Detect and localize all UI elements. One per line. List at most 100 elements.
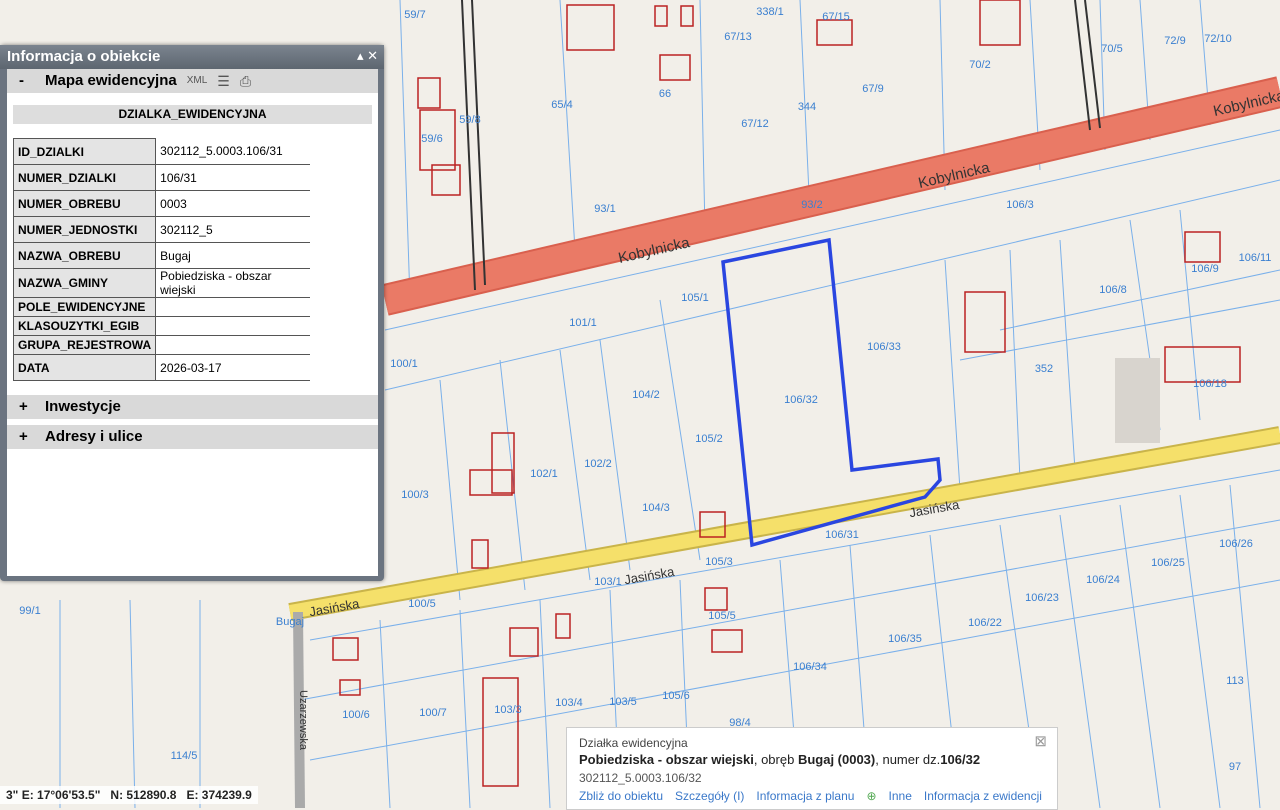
parcel-label: 59/8	[459, 114, 480, 126]
parcel-label: 106/18	[1193, 378, 1227, 390]
collapse-icon[interactable]: ▴	[357, 48, 364, 63]
parcel-label: 100/3	[401, 489, 429, 501]
attribute-value: Pobiedziska - obszar wiejski	[155, 268, 311, 298]
parcel-label: 106/11	[1239, 252, 1272, 264]
xml-icon[interactable]: XML	[187, 69, 208, 93]
collapse-toggle[interactable]: -	[19, 69, 39, 93]
parcel-label: 59/6	[421, 133, 442, 145]
parcel-label: 93/1	[594, 203, 615, 215]
attribute-value: 302112_5	[155, 216, 311, 243]
attribute-key: NUMER_JEDNOSTKI	[12, 216, 157, 243]
attribute-key: NUMER_DZIALKI	[12, 164, 157, 191]
section-label: Mapa ewidencyjna	[45, 72, 177, 89]
parcel-label: 106/8	[1099, 284, 1127, 296]
attribute-row: NUMER_JEDNOSTKI 302112_5	[12, 216, 311, 243]
attribute-value	[155, 297, 311, 317]
attribute-key: GRUPA_REJESTROWA	[12, 335, 157, 355]
parcel-label: 67/15	[822, 11, 850, 23]
parcel-label: 104/2	[632, 389, 660, 401]
attribute-row: NUMER_OBREBU 0003	[12, 190, 311, 217]
parcel-label: 114/5	[171, 750, 198, 762]
parcel-label: 97	[1229, 761, 1241, 773]
parcel-label: 70/5	[1101, 43, 1122, 55]
parcel-label: 99/1	[19, 605, 40, 617]
parcel-label: 105/6	[662, 690, 690, 702]
parcel-label: 105/2	[695, 433, 723, 445]
print-icon[interactable]: ⎙	[240, 69, 251, 93]
parcel-label: 93/2	[801, 199, 822, 211]
link-registry-info[interactable]: Informacja z ewidencji	[924, 789, 1042, 803]
attribute-value: 302112_5.0003.106/31	[155, 138, 311, 165]
attribute-value: 106/31	[155, 164, 311, 191]
parcel-label: 352	[1035, 363, 1053, 375]
attribute-row: DATA 2026-03-17	[12, 354, 311, 381]
dzialka-header: DZIALKA_EWIDENCYJNA	[13, 105, 372, 124]
parcel-label: 113	[1226, 675, 1244, 687]
parcel-label: 103/4	[555, 697, 583, 709]
parcel-label: 65/4	[551, 99, 572, 111]
attribute-row: NAZWA_GMINY Pobiedziska - obszar wiejski	[12, 268, 311, 298]
attribute-key: KLASOUZYTKI_EGIB	[12, 316, 157, 336]
parcel-label: 67/12	[741, 118, 769, 130]
parcel-label: 100/7	[419, 707, 447, 719]
parcel-label: 102/1	[530, 468, 558, 480]
attribute-key: POLE_EWIDENCYJNE	[12, 297, 157, 317]
link-plan-info[interactable]: Informacja z planu	[756, 789, 854, 803]
link-other[interactable]: Inne	[889, 789, 912, 803]
attribute-row: NUMER_DZIALKI 106/31	[12, 164, 311, 191]
attribute-value: 2026-03-17	[155, 354, 311, 381]
parcel-label: 72/9	[1164, 35, 1185, 47]
parcel-label: 106/31	[825, 529, 859, 541]
parcel-label: 103/3	[494, 704, 522, 716]
parcel-label: 105/5	[708, 610, 736, 622]
close-icon[interactable]: ⊠	[1034, 732, 1047, 750]
section-inwestycje[interactable]: + Inwestycje	[7, 395, 378, 419]
popup-description: Pobiedziska - obszar wiejski, obręb Buga…	[579, 752, 981, 767]
link-details[interactable]: Szczegóły (I)	[675, 789, 744, 803]
section-mapa-ewidencyjna[interactable]: - Mapa ewidencyjna XML ☰ ⎙	[7, 69, 378, 93]
parcel-label: 100/6	[342, 709, 370, 721]
list-icon[interactable]: ☰	[217, 69, 230, 93]
parcel-label: 102/2	[584, 458, 612, 470]
parcel-label: 105/3	[705, 556, 733, 568]
plus-circle-icon[interactable]: ⊕	[866, 789, 876, 803]
parcel-label: 100/5	[408, 598, 436, 610]
attribute-row: ID_DZIALKI 302112_5.0003.106/31	[12, 138, 311, 165]
parcel-label: 106/33	[867, 341, 901, 353]
coordinates-readout: 3" E: 17°06'53.5" N: 512890.8 E: 374239.…	[0, 786, 258, 804]
attribute-value	[155, 335, 311, 355]
attribute-row: POLE_EWIDENCYJNE	[12, 297, 311, 317]
panel-title: Informacja o obiekcie	[0, 45, 384, 69]
parcel-label: 104/3	[642, 502, 670, 514]
popup-type: Działka ewidencyjna	[579, 736, 688, 750]
attribute-row: KLASOUZYTKI_EGIB	[12, 316, 311, 336]
parcel-label: Bugaj	[276, 616, 304, 628]
object-info-panel: Informacja o obiekcie ▴ ✕ - Mapa ewidenc…	[0, 45, 384, 581]
parcel-label: 70/2	[969, 59, 990, 71]
street-label: Jasińska	[623, 564, 676, 588]
parcel-label: 106/9	[1191, 263, 1219, 275]
attribute-row: NAZWA_OBREBU Bugaj	[12, 242, 311, 269]
parcel-label: 106/35	[888, 633, 922, 645]
section-adresy-i-ulice[interactable]: + Adresy i ulice	[7, 425, 378, 449]
attribute-value: Bugaj	[155, 242, 311, 269]
attribute-row: GRUPA_REJESTROWA	[12, 335, 311, 355]
parcel-label: 72/10	[1204, 33, 1232, 45]
link-zoom[interactable]: Zbliż do obiektu	[579, 789, 663, 803]
attribute-table: ID_DZIALKI 302112_5.0003.106/31 NUMER_DZIA…	[12, 138, 311, 381]
parcel-label: 106/32	[784, 394, 818, 406]
street-label: Uzarzewska	[297, 690, 309, 751]
attribute-value: 0003	[155, 190, 311, 217]
parcel-label: 67/13	[724, 31, 752, 43]
attribute-key: ID_DZIALKI	[12, 138, 157, 165]
close-icon[interactable]: ✕	[367, 48, 378, 63]
attribute-key: DATA	[12, 354, 157, 381]
parcel-label: 103/5	[609, 696, 637, 708]
parcel-label: 106/22	[968, 617, 1002, 629]
parcel-label: 106/24	[1086, 574, 1120, 586]
parcel-label: 106/23	[1025, 592, 1059, 604]
attribute-key: NAZWA_GMINY	[12, 268, 157, 298]
parcel-popup: ⊠ Działka ewidencyjna Pobiedziska - obsz…	[566, 727, 1058, 810]
attribute-key: NUMER_OBREBU	[12, 190, 157, 217]
popup-id: 302112_5.0003.106/32	[579, 771, 702, 785]
